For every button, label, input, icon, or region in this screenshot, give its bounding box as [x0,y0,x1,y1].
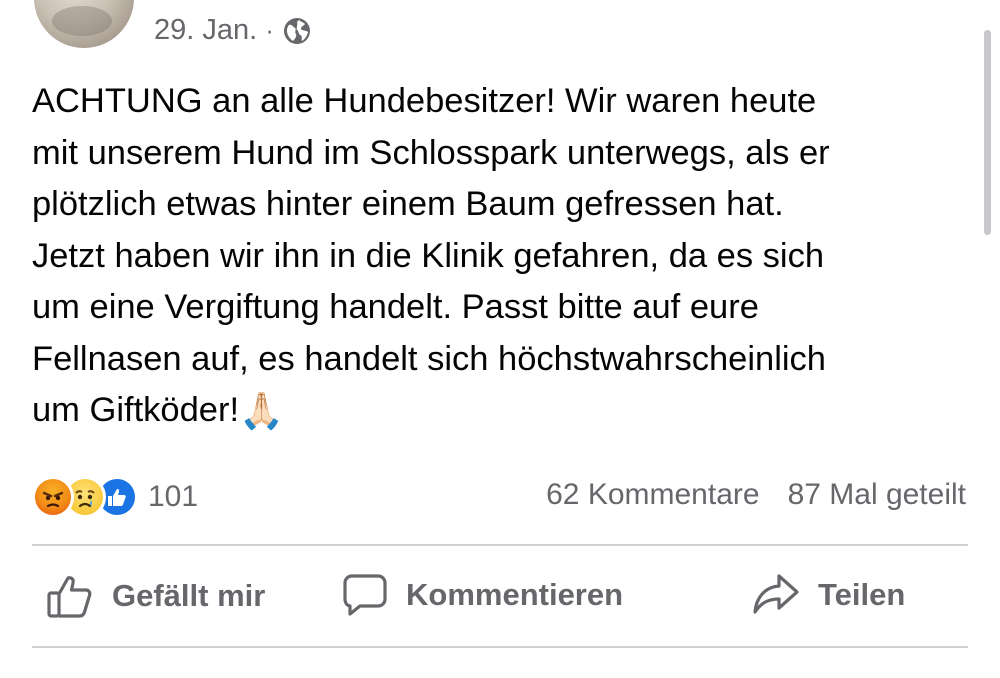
share-button[interactable]: Teilen [752,572,905,618]
thumbs-up-icon [47,576,92,618]
post-text: ACHTUNG an alle Hundebesitzer! Wir waren… [32,76,962,437]
share-count[interactable]: 87 Mal geteilt [788,478,966,512]
scrollbar[interactable] [984,30,991,235]
post-date[interactable]: 29. Jan. [154,14,257,47]
praying-hands-emoji: 🙏🏻 [239,390,284,431]
comment-bubble-icon [343,574,387,616]
reactions-summary[interactable]: 101 [32,476,198,518]
meta-separator: · [265,15,274,45]
globe-icon [282,16,312,46]
share-label: Teilen [818,577,906,612]
facebook-post: 29. Jan. · ACHTUNG an alle Hundebesitzer… [0,0,1000,678]
like-label: Gefällt mir [112,578,266,613]
reaction-count[interactable]: 101 [148,480,198,514]
post-stats: 62 Kommentare 87 Mal geteilt [546,478,966,512]
comment-count[interactable]: 62 Kommentare [546,478,759,512]
like-button[interactable]: Gefällt mir [46,572,265,620]
comment-label: Kommentieren [406,577,624,612]
divider [32,646,968,648]
post-meta: 29. Jan. · [154,14,312,47]
divider [32,544,968,546]
comment-button[interactable]: Kommentieren [342,572,623,618]
avatar[interactable] [34,0,134,48]
post-body: ACHTUNG an alle Hundebesitzer! Wir waren… [32,82,830,429]
angry-react-icon [32,476,74,518]
share-arrow-icon [753,574,799,614]
